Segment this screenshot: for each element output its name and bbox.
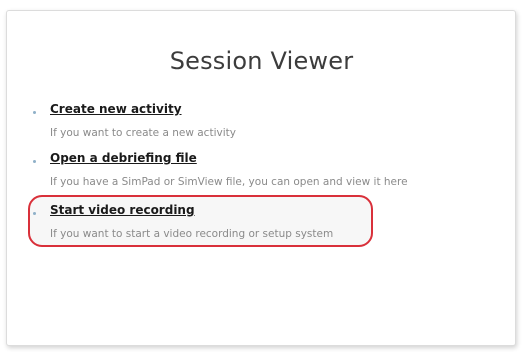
create-new-activity-description: If you want to create a new activity [50,127,236,139]
start-video-recording-description: If you want to start a video recording o… [50,228,334,240]
bullet-icon [33,212,36,215]
bullet-icon [33,111,36,114]
start-video-recording-link[interactable]: Start video recording [50,203,195,217]
open-debriefing-file-description: If you have a SimPad or SimView file, yo… [50,176,408,188]
open-debriefing-file-link[interactable]: Open a debriefing file [50,151,197,165]
page-title: Session Viewer [169,47,354,75]
bullet-icon [33,160,36,163]
create-new-activity-link[interactable]: Create new activity [50,102,182,116]
